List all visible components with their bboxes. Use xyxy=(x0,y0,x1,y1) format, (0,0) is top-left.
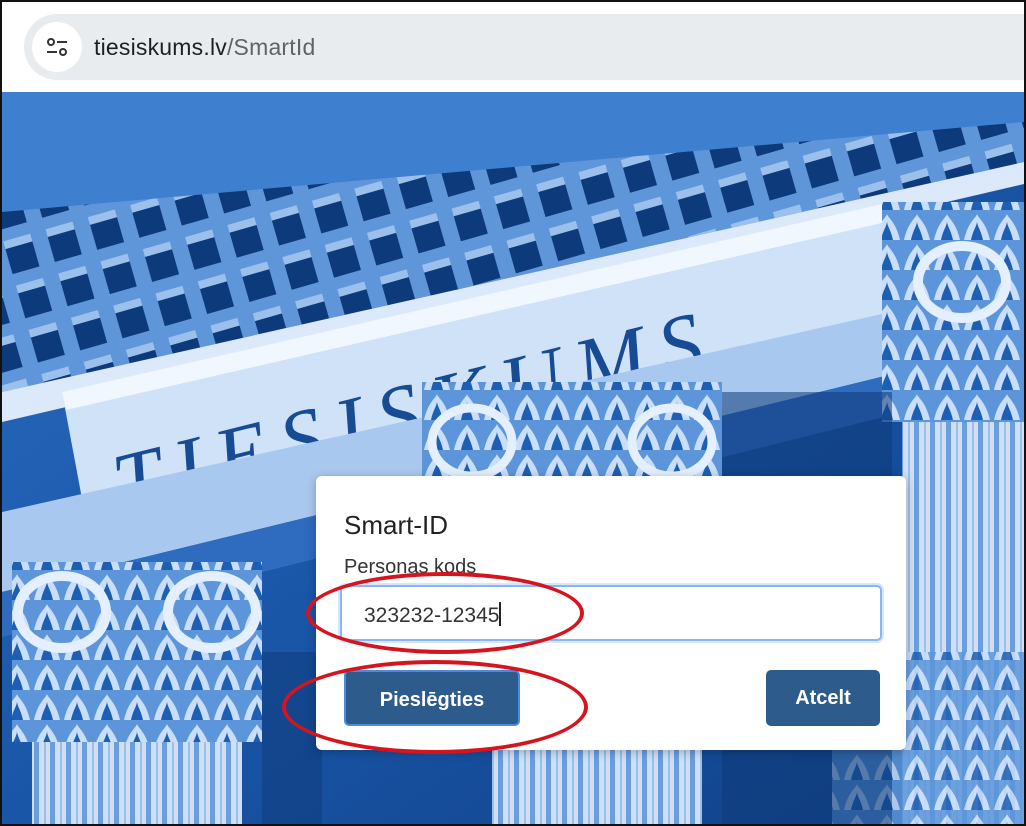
login-button[interactable]: Pieslēgties xyxy=(344,670,520,726)
tune-icon[interactable] xyxy=(32,22,82,72)
text-caret xyxy=(499,602,502,626)
personal-code-input[interactable]: 323232-12345 xyxy=(340,585,882,641)
url-path: /SmartId xyxy=(226,34,316,60)
personal-code-label: Personas kods xyxy=(344,556,477,578)
browser-address-bar: tiesiskums.lv/SmartId xyxy=(2,2,1024,92)
url-text[interactable]: tiesiskums.lv/SmartId xyxy=(94,34,315,61)
url-host: tiesiskums.lv xyxy=(94,34,227,60)
cancel-button[interactable]: Atcelt xyxy=(766,670,880,726)
personal-code-value: 323232-12345 xyxy=(364,602,502,628)
url-field[interactable]: tiesiskums.lv/SmartId xyxy=(24,14,1024,80)
smart-id-login-dialog: Smart-ID Personas kods 323232-12345 Pies… xyxy=(316,476,906,750)
personal-code-text: 323232-12345 xyxy=(364,604,500,627)
screenshot-frame: tiesiskums.lv/SmartId TIESISKUMS Smart-I… xyxy=(0,0,1026,826)
dialog-title: Smart-ID xyxy=(344,510,448,540)
